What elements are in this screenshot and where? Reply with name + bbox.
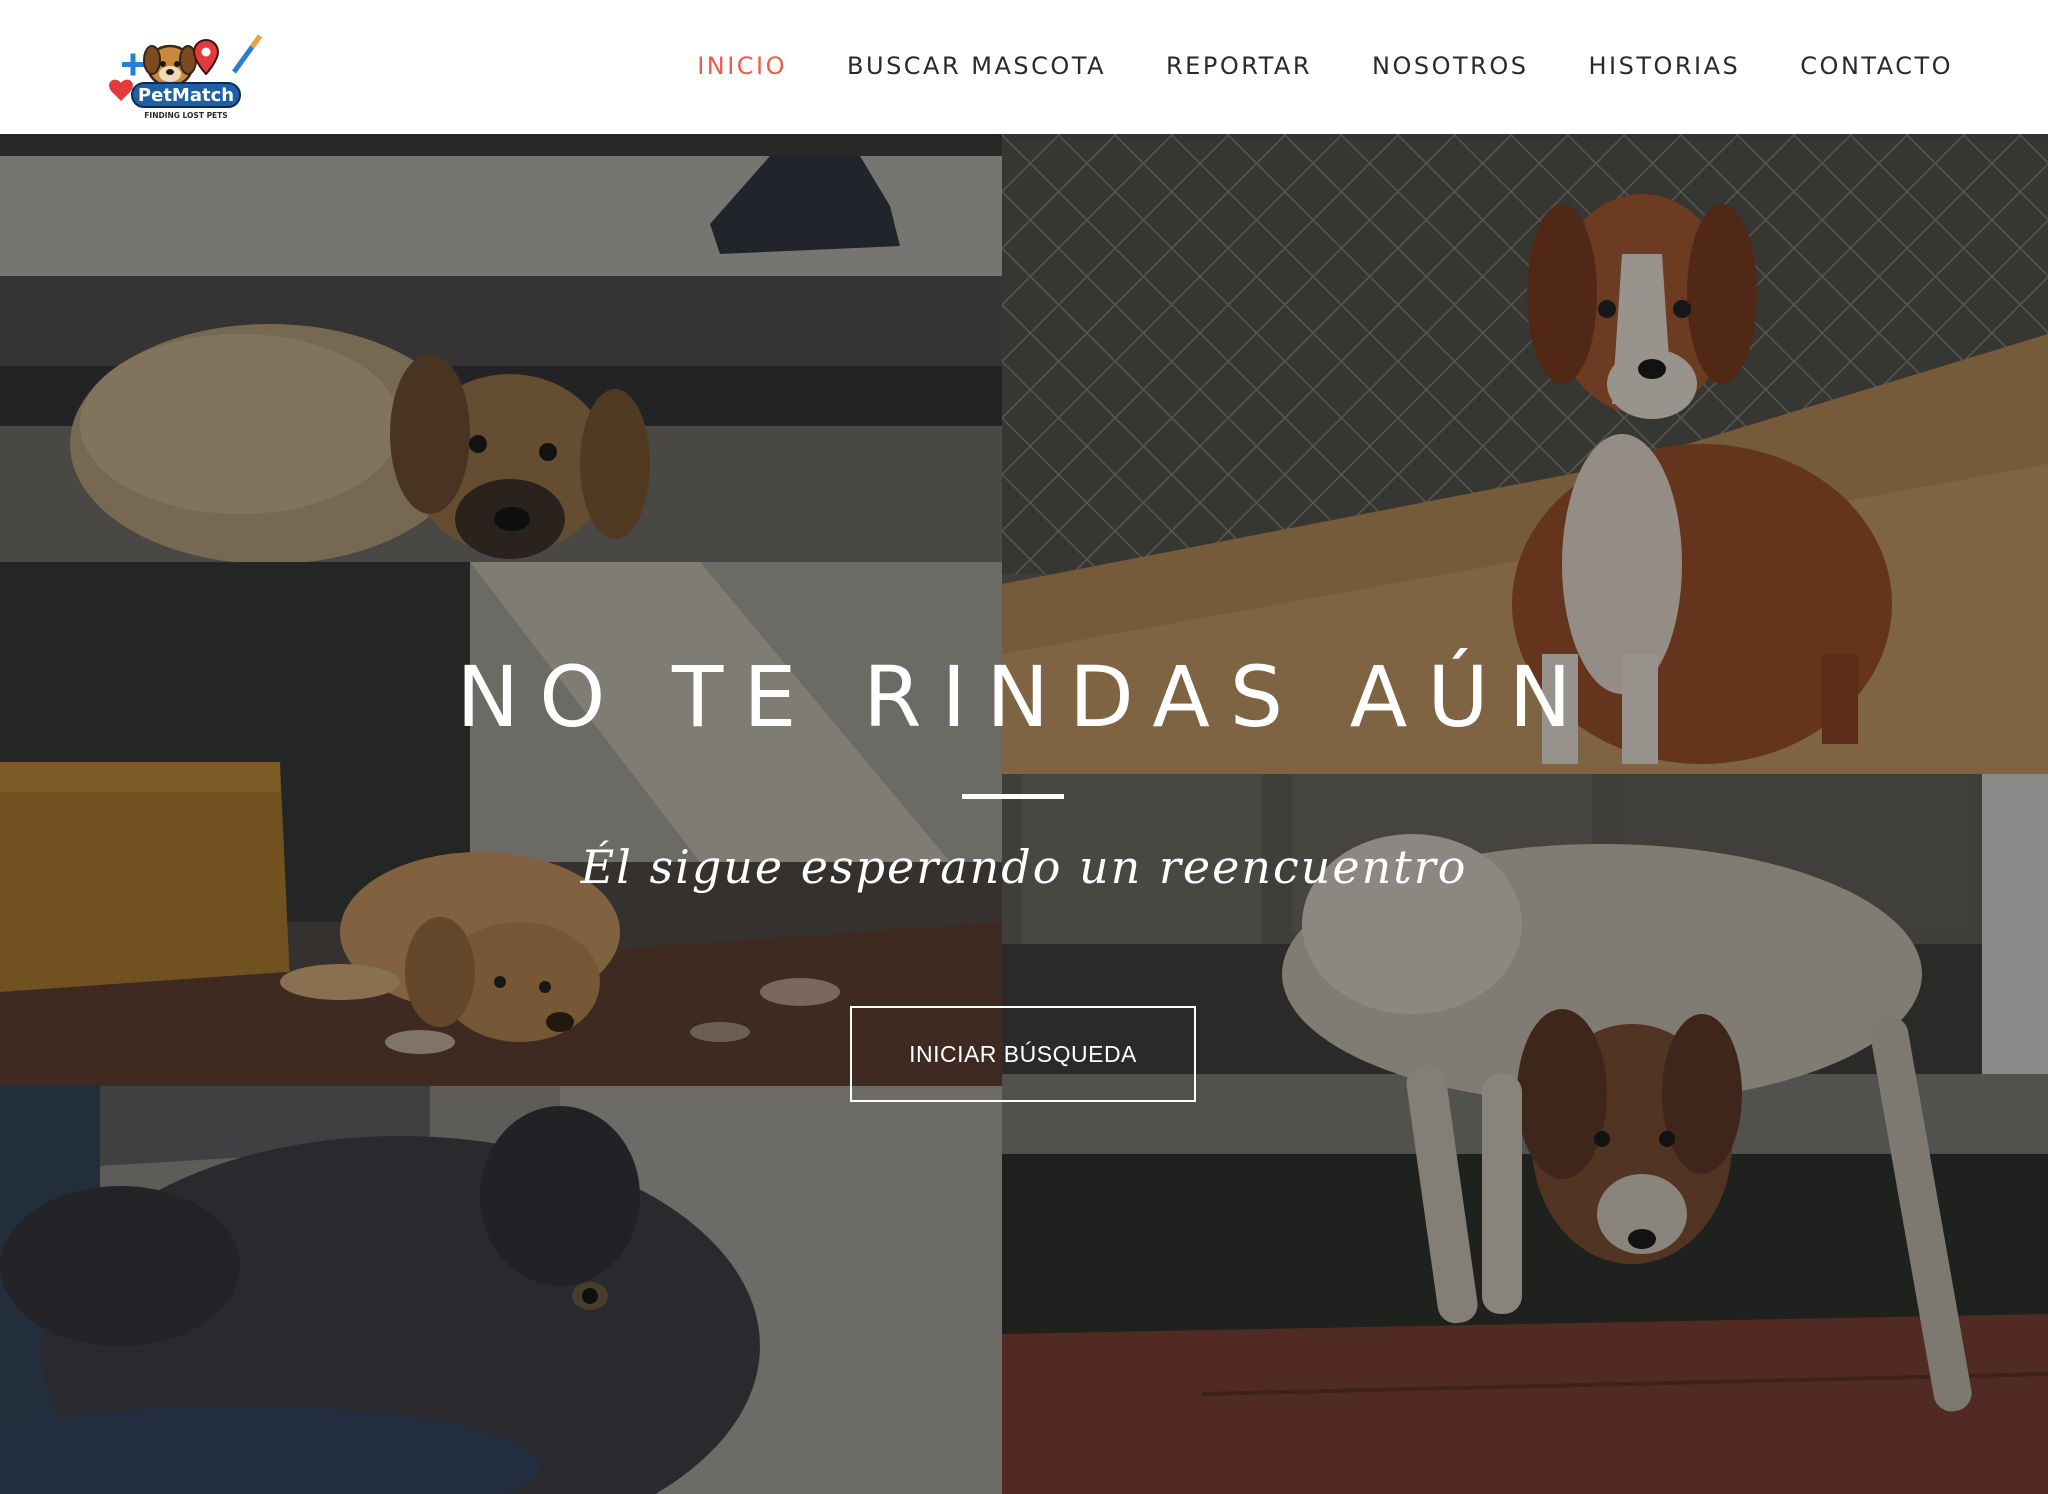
nav-item-nosotros[interactable]: NOSOTROS — [1372, 52, 1528, 80]
hero-title: NO TE RINDAS AÚN — [456, 648, 1592, 746]
nav-item-reportar[interactable]: REPORTAR — [1166, 52, 1312, 80]
logo-wordmark: PetMatch — [138, 85, 234, 106]
hero-subtitle: Él sigue esperando un reencuentro — [580, 840, 1468, 894]
hero-section: NO TE RINDAS AÚN Él sigue esperando un r… — [0, 134, 2048, 1494]
main-nav: INICIO BUSCAR MASCOTA REPORTAR NOSOTROS … — [637, 46, 1953, 86]
nav-item-historias[interactable]: HISTORIAS — [1588, 52, 1740, 80]
nav-item-buscar-mascota[interactable]: BUSCAR MASCOTA — [847, 52, 1106, 80]
hero-divider — [962, 794, 1064, 799]
nav-item-inicio[interactable]: INICIO — [697, 52, 787, 80]
hero-photo-puppy-curled — [0, 134, 1002, 562]
start-search-button[interactable]: INICIAR BÚSQUEDA — [850, 1006, 1196, 1102]
hero-photo-dark-puppy — [0, 1086, 1002, 1494]
site-header: PetMatch FINDING LOST PETS INICIO BUSCAR… — [0, 0, 2048, 134]
nav-item-contacto[interactable]: CONTACTO — [1800, 52, 1953, 80]
logo-tagline: FINDING LOST PETS — [144, 111, 227, 120]
petmatch-logo[interactable]: PetMatch FINDING LOST PETS — [102, 26, 272, 122]
